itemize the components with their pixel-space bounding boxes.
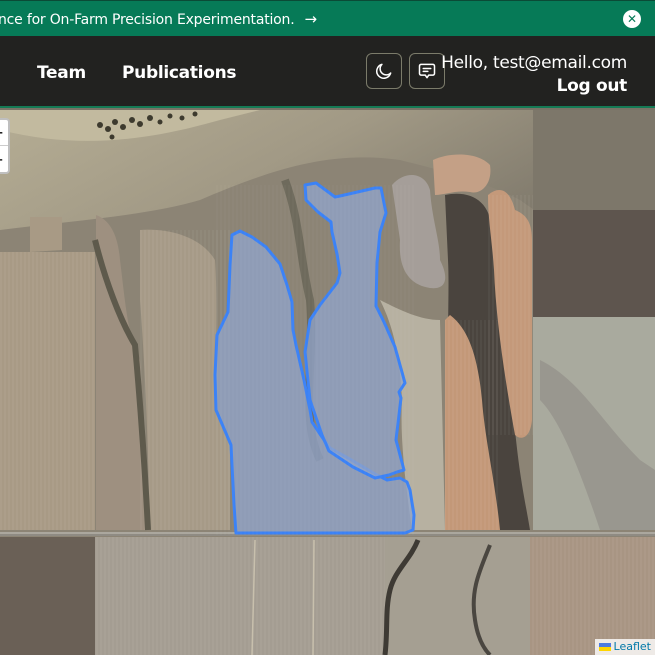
- zoom-out-button[interactable]: −: [0, 147, 8, 173]
- zoom-control: + −: [0, 118, 10, 174]
- leaflet-link[interactable]: Leaflet: [614, 639, 651, 655]
- field-far-east-top: [533, 110, 655, 210]
- user-greeting: Hello, test@email.com: [441, 53, 627, 73]
- field-south-3: [385, 537, 530, 655]
- field-east-tan-top: [433, 154, 491, 195]
- map-view[interactable]: + − Leaflet: [0, 110, 655, 655]
- theme-toggle-button[interactable]: [366, 53, 402, 89]
- site-header: Team Publications Hello, test@email.com …: [0, 36, 655, 108]
- arrow-right-icon: →: [304, 10, 317, 28]
- nav-link-publications[interactable]: Publications: [122, 63, 237, 83]
- banner-link[interactable]: nce for On-Farm Precision Experimentatio…: [0, 10, 317, 28]
- nav-link-team[interactable]: Team: [37, 63, 86, 83]
- chat-icon: [418, 63, 436, 79]
- zoom-in-button[interactable]: +: [0, 120, 8, 146]
- field-far-east-dark: [533, 210, 655, 317]
- satellite-basemap: [0, 110, 655, 655]
- logout-link[interactable]: Log out: [557, 76, 628, 96]
- map-attribution: Leaflet: [594, 639, 655, 655]
- banner-text: nce for On-Farm Precision Experimentatio…: [0, 12, 295, 28]
- ukraine-flag-icon: [598, 643, 611, 651]
- close-circle-icon[interactable]: ✕: [623, 10, 641, 28]
- moon-icon: [376, 63, 392, 79]
- announcement-banner: nce for On-Farm Precision Experimentatio…: [0, 0, 655, 36]
- feedback-button[interactable]: [409, 53, 445, 89]
- field-south-1: [0, 537, 95, 655]
